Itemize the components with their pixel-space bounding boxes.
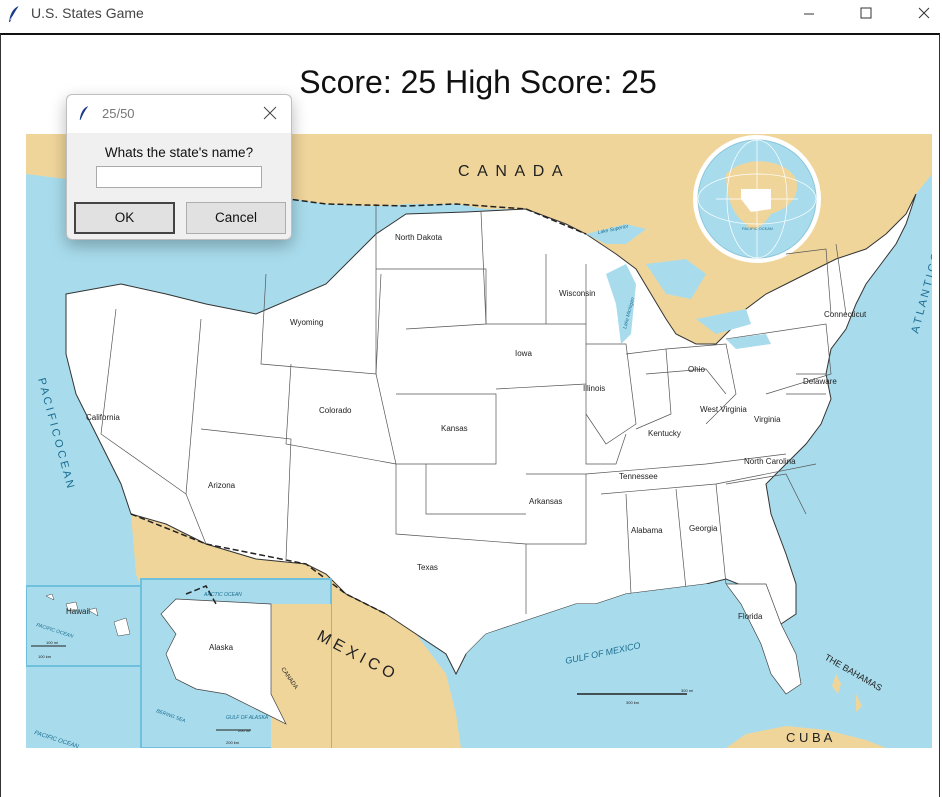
state-name-input[interactable]: [96, 166, 262, 188]
state-label-delaware: Delaware: [803, 377, 837, 386]
state-name-dialog[interactable]: 25/50 Whats the state's name? OK Cancel: [66, 94, 292, 240]
svg-text:GULF OF ALASKA: GULF OF ALASKA: [226, 715, 269, 721]
dialog-prompt: Whats the state's name?: [104, 145, 254, 160]
state-label-texas: Texas: [417, 563, 438, 572]
state-label-west-virginia: West Virginia: [700, 405, 747, 414]
window-titlebar: U.S. States Game: [0, 0, 942, 31]
close-icon[interactable]: [262, 105, 278, 121]
svg-text:100 km: 100 km: [38, 654, 52, 659]
feather-icon: [9, 5, 20, 22]
state-label-ohio: Ohio: [688, 365, 705, 374]
svg-text:300 mi: 300 mi: [681, 688, 693, 693]
hawaii-inset: PACIFIC OCEAN 100 mi 100 km: [26, 585, 142, 667]
state-label-kansas: Kansas: [441, 424, 468, 433]
feather-icon: [79, 106, 89, 120]
state-label-north-carolina: North Carolina: [744, 457, 796, 466]
svg-text:100 mi: 100 mi: [46, 640, 58, 645]
maximize-icon[interactable]: [838, 0, 894, 31]
state-label-arizona: Arizona: [208, 481, 236, 490]
cuba-label: C U B A: [786, 730, 833, 745]
close-icon[interactable]: [896, 0, 942, 31]
state-label-california: California: [86, 413, 120, 422]
state-label-wisconsin: Wisconsin: [559, 289, 595, 298]
state-label-illinois: Illinois: [583, 384, 605, 393]
svg-text:200 mi: 200 mi: [238, 728, 250, 733]
svg-text:ARCTIC OCEAN: ARCTIC OCEAN: [203, 592, 242, 598]
state-label-tennessee: Tennessee: [619, 472, 658, 481]
cancel-button[interactable]: Cancel: [186, 202, 286, 234]
svg-text:300 km: 300 km: [626, 700, 640, 705]
dialog-titlebar: 25/50: [67, 95, 291, 133]
state-label-north-dakota: North Dakota: [395, 233, 443, 242]
state-label-arkansas: Arkansas: [529, 497, 562, 506]
state-label-florida: Florida: [738, 612, 763, 621]
canada-label: C A N A D A: [458, 163, 565, 180]
state-label-virginia: Virginia: [754, 415, 781, 424]
state-label-iowa: Iowa: [515, 349, 532, 358]
dialog-title: 25/50: [102, 106, 135, 121]
svg-text:PACIFIC OCEAN: PACIFIC OCEAN: [742, 226, 773, 231]
state-label-alabama: Alabama: [631, 526, 663, 535]
state-label-wyoming: Wyoming: [290, 318, 323, 327]
svg-text:200 km: 200 km: [226, 740, 240, 745]
window-title: U.S. States Game: [31, 5, 144, 21]
minimize-icon[interactable]: [781, 0, 837, 31]
state-label-colorado: Colorado: [319, 406, 352, 415]
ok-button[interactable]: OK: [74, 202, 175, 234]
state-label-hawaii: Hawaii: [66, 607, 90, 616]
state-label-kentucky: Kentucky: [648, 429, 681, 438]
state-label-georgia: Georgia: [689, 524, 718, 533]
state-label-alaska: Alaska: [209, 643, 234, 652]
globe-inset: PACIFIC OCEAN: [693, 135, 821, 263]
state-label-connecticut: Connecticut: [824, 310, 867, 319]
